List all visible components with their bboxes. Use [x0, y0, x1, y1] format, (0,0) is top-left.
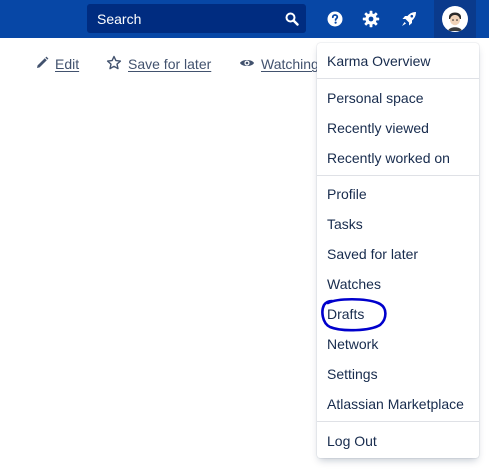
menu-item-saved-for-later[interactable]: Saved for later	[317, 239, 479, 269]
avatar-button[interactable]	[434, 0, 476, 38]
star-icon	[106, 55, 122, 74]
eye-icon	[239, 55, 255, 74]
search-icon[interactable]	[278, 4, 306, 33]
menu-divider	[317, 421, 479, 422]
menu-item-personal-space[interactable]: Personal space	[317, 83, 479, 113]
save-for-later-label: Save for later	[128, 56, 212, 72]
profile-dropdown-menu: Karma Overview Personal space Recently v…	[317, 43, 479, 458]
top-navigation-bar: Search	[0, 0, 489, 38]
save-for-later-button[interactable]: Save for later	[106, 53, 211, 75]
menu-item-log-out[interactable]: Log Out	[317, 426, 479, 456]
search-box[interactable]: Search	[87, 4, 306, 33]
gear-icon[interactable]	[358, 6, 384, 32]
search-input[interactable]: Search	[97, 11, 278, 27]
menu-divider	[317, 175, 479, 176]
menu-item-network[interactable]: Network	[317, 329, 479, 359]
help-icon[interactable]	[322, 6, 348, 32]
menu-item-recently-worked-on[interactable]: Recently worked on	[317, 143, 479, 173]
menu-item-atlassian-marketplace[interactable]: Atlassian Marketplace	[317, 389, 479, 419]
watching-button[interactable]: Watching	[239, 53, 319, 75]
notification-icon[interactable]	[396, 6, 422, 32]
menu-divider	[317, 78, 479, 79]
pencil-icon	[35, 56, 49, 73]
menu-item-profile[interactable]: Profile	[317, 179, 479, 209]
menu-item-karma-overview[interactable]: Karma Overview	[317, 46, 479, 76]
watching-label: Watching	[261, 56, 319, 72]
avatar	[442, 6, 468, 32]
menu-item-tasks[interactable]: Tasks	[317, 209, 479, 239]
menu-item-watches[interactable]: Watches	[317, 269, 479, 299]
menu-item-settings[interactable]: Settings	[317, 359, 479, 389]
menu-item-recently-viewed[interactable]: Recently viewed	[317, 113, 479, 143]
menu-item-drafts[interactable]: Drafts	[317, 299, 479, 329]
edit-button[interactable]: Edit	[35, 53, 79, 75]
edit-label: Edit	[55, 56, 80, 72]
